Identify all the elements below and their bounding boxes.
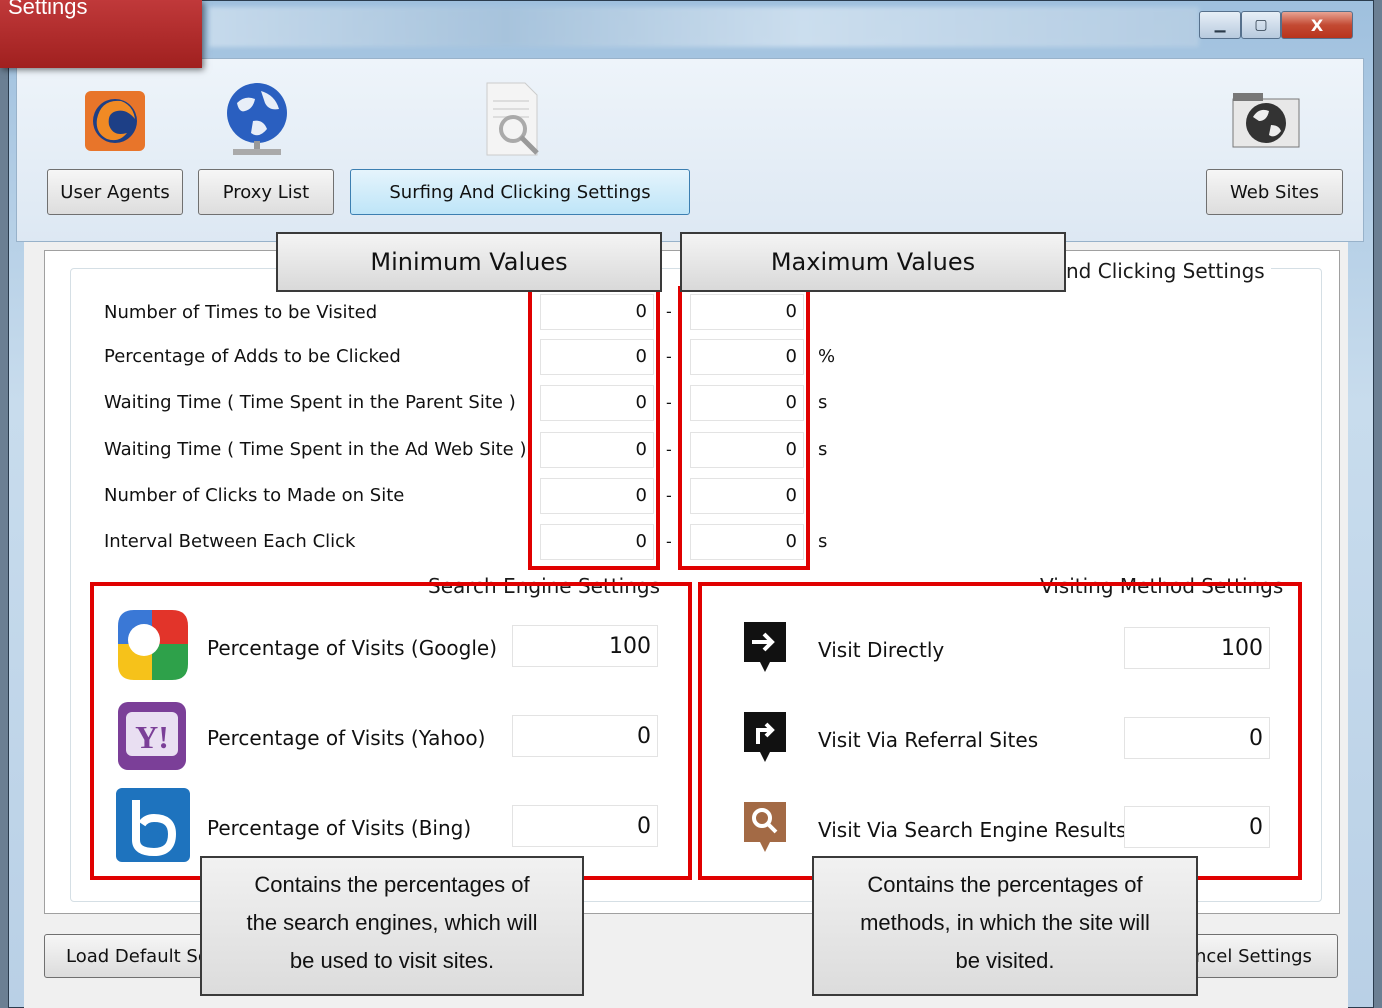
- range-dash: -: [666, 486, 672, 505]
- note-line: Contains the percentages of: [867, 872, 1143, 897]
- globe-drive-icon: [1232, 93, 1300, 148]
- visiting-method-highlight: [698, 582, 1302, 880]
- proxy-list-button[interactable]: Proxy List: [198, 169, 334, 215]
- range-dash: -: [666, 393, 672, 412]
- search-engine-note: Contains the percentages of the search e…: [200, 856, 584, 996]
- unit-label: s: [818, 531, 828, 552]
- max-values-highlight: [678, 286, 810, 570]
- row-label: Number of Times to be Visited: [104, 302, 378, 323]
- note-line: the search engines, which will: [246, 910, 538, 935]
- close-button[interactable]: X: [1281, 11, 1353, 39]
- unit-label: s: [818, 439, 828, 460]
- surfing-and-clicking-settings-button[interactable]: Surfing And Clicking Settings: [350, 169, 690, 215]
- range-dash: -: [666, 440, 672, 459]
- note-line: methods, in which the site will: [860, 910, 1150, 935]
- maximize-button[interactable]: ▢: [1241, 11, 1281, 39]
- document-search-icon: [486, 82, 539, 156]
- range-dash: -: [666, 302, 672, 321]
- min-values-highlight: [528, 286, 660, 570]
- settings-corner-label: Settings: [0, 0, 202, 68]
- range-dash: -: [666, 347, 672, 366]
- title-bar: [209, 7, 1199, 47]
- maximum-values-callout: Maximum Values: [680, 232, 1066, 292]
- minimum-values-callout: Minimum Values: [276, 232, 662, 292]
- web-sites-button[interactable]: Web Sites: [1206, 169, 1343, 215]
- minimize-button[interactable]: ▁: [1199, 11, 1241, 39]
- row-label: Interval Between Each Click: [104, 531, 356, 552]
- note-line: Contains the percentages of: [254, 872, 530, 897]
- toolbar: User Agents Proxy List Surfing And Click…: [16, 58, 1364, 242]
- visiting-method-note: Contains the percentages of methods, in …: [812, 856, 1198, 996]
- row-label: Waiting Time ( Time Spent in the Parent …: [104, 392, 516, 413]
- search-engine-highlight: [90, 582, 692, 880]
- firefox-icon: [85, 91, 145, 151]
- note-line: be visited.: [955, 948, 1055, 973]
- note-line: be used to visit sites.: [289, 948, 495, 973]
- window-controls: ▁ ▢ X: [1199, 11, 1359, 41]
- load-default-settings-button[interactable]: Load Default Se: [44, 934, 214, 978]
- row-label: Number of Clicks to Made on Site: [104, 485, 405, 506]
- row-label: Percentage of Adds to be Clicked: [104, 346, 401, 367]
- unit-label: %: [818, 346, 836, 367]
- user-agents-button[interactable]: User Agents: [47, 169, 183, 215]
- range-dash: -: [666, 532, 672, 551]
- unit-label: s: [818, 392, 828, 413]
- globe-network-icon: [227, 83, 287, 155]
- settings-corner-text: Settings: [8, 0, 88, 19]
- row-label: Waiting Time ( Time Spent in the Ad Web …: [104, 439, 527, 460]
- group-title: nd Clicking Settings: [1060, 259, 1271, 283]
